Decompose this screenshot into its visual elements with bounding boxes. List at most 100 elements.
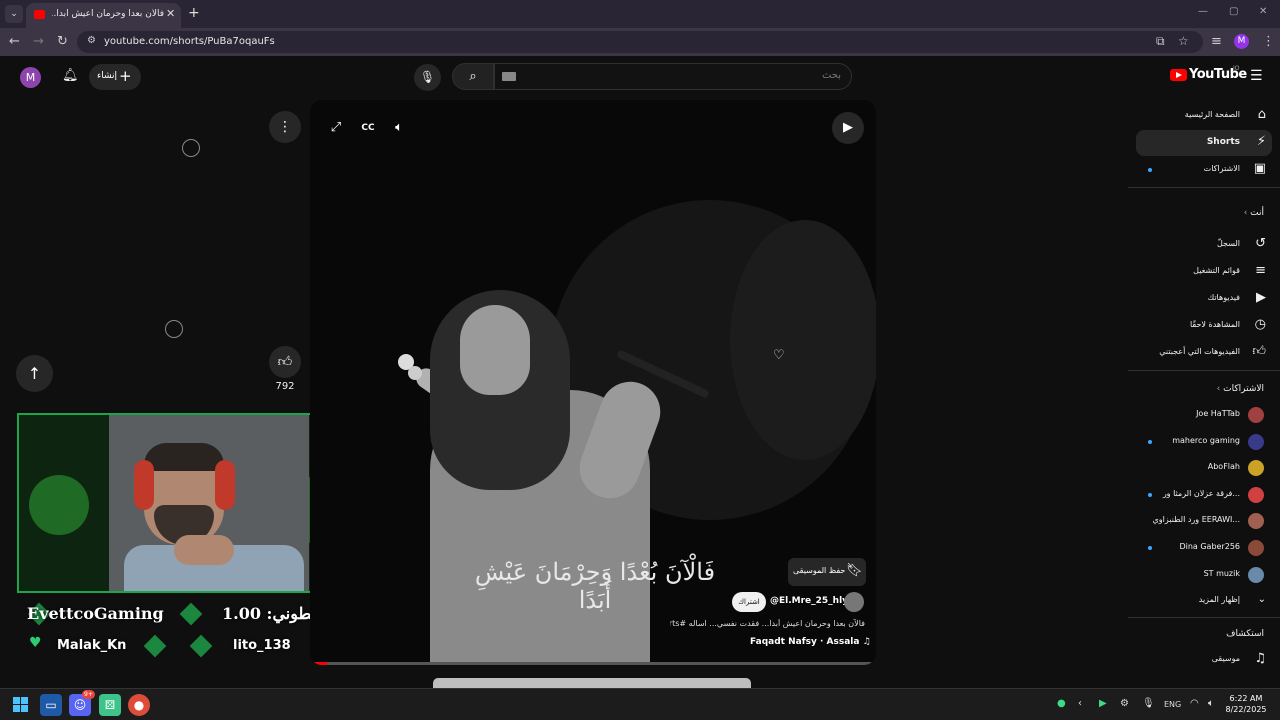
minimize-button[interactable]: —: [1198, 6, 1208, 17]
volume-icon[interactable]: 🔈︎: [386, 115, 412, 141]
next-short-preview[interactable]: [433, 678, 751, 688]
subscriptions-icon: ▣: [1253, 161, 1266, 176]
sidebar-item-home[interactable]: الصفحة الرئيسية ⌂: [1136, 103, 1272, 129]
steam-icon[interactable]: ⚙: [1120, 698, 1129, 709]
new-tab-button[interactable]: +: [188, 5, 200, 21]
like-button[interactable]: 👍︎: [269, 346, 301, 378]
loading-circle-icon: [182, 139, 200, 157]
microphone-tray-icon[interactable]: 🎙︎: [1142, 698, 1155, 709]
chrome-icon[interactable]: ●: [128, 694, 150, 716]
you-section-title[interactable]: ‹ أنت: [1244, 208, 1264, 218]
bookmark-star-icon[interactable]: ☆: [1178, 34, 1189, 48]
sidebar-item-shorts[interactable]: Shorts ⚡: [1136, 130, 1272, 156]
streamer-hair: [144, 443, 224, 471]
voice-search-icon[interactable]: 🎙︎: [414, 64, 441, 91]
subscription-item[interactable]: ST muzik: [1136, 562, 1272, 588]
video-description[interactable]: فالآن بعدا وحرمان اعيش أبداً... فقدت نفس…: [670, 619, 865, 628]
stage-light: [408, 366, 422, 380]
search-icon[interactable]: ⌕: [452, 63, 494, 90]
subscription-item[interactable]: maherco gaming: [1136, 429, 1272, 455]
subscription-label: ورد الطنبزاوي EERAWI...: [1152, 515, 1240, 525]
site-info-icon[interactable]: ⚙: [87, 35, 96, 46]
subscription-label: Joe HaTTab: [1196, 409, 1240, 418]
create-button[interactable]: إنشاء +: [89, 64, 141, 90]
play-icon[interactable]: ▶: [832, 112, 864, 144]
language-indicator[interactable]: ENG: [1164, 700, 1181, 709]
youtube-favicon-icon: [34, 10, 45, 19]
you-section-label: أنت: [1250, 208, 1264, 218]
browser-tab[interactable]: فالآن بعدا وحرمان اعيش أبداً... فقد ✕: [26, 3, 181, 28]
sidebar-item-playlists[interactable]: قوائم التشغيل ≡: [1136, 259, 1272, 285]
sidebar-item-watch-later[interactable]: المشاهدة لاحقًا ◷: [1136, 313, 1272, 339]
music-credit[interactable]: Faqadt Nafsy · Assala ♫: [750, 637, 871, 647]
discord-icon[interactable]: ☺ 9+: [69, 690, 95, 716]
address-bar[interactable]: ⚙ youtube.com/shorts/PuBa7oqauFs ⧉ ☆: [77, 31, 1203, 53]
subscribe-button[interactable]: اشتراك: [732, 592, 766, 612]
save-music-button[interactable]: حفظ الموسيقى 🔖︎: [788, 558, 866, 586]
file-explorer-icon[interactable]: ▭: [40, 694, 62, 716]
media-controls-icon[interactable]: ≡: [1211, 34, 1222, 49]
background-figure: [730, 220, 876, 460]
channel-avatar[interactable]: [844, 592, 864, 612]
green-glow: [29, 475, 89, 535]
subscription-item[interactable]: Dina Gaber256: [1136, 535, 1272, 561]
browser-menu-icon[interactable]: ⋮: [1262, 34, 1275, 49]
youtube-play-logo-icon: [1170, 69, 1187, 81]
account-avatar[interactable]: M: [20, 67, 41, 88]
install-app-icon[interactable]: ⧉: [1156, 34, 1165, 49]
close-window-button[interactable]: ✕: [1259, 6, 1267, 17]
back-icon[interactable]: ←: [9, 34, 20, 49]
channel-handle[interactable]: @El.Mre_25_hly: [770, 596, 848, 606]
youtube-logo[interactable]: YouTube JO: [1170, 65, 1247, 87]
subscription-item[interactable]: فرقة عزلان الرمثا ور...: [1136, 482, 1272, 508]
video-progress-fill: [310, 662, 327, 665]
subscriptions-section-title[interactable]: ‹ الاشتراكات: [1217, 384, 1264, 394]
subscription-label: maherco gaming: [1172, 435, 1240, 445]
channel-avatar: [1248, 407, 1264, 423]
headphone-icon: [134, 460, 154, 510]
wifi-icon[interactable]: ◠: [1190, 698, 1199, 709]
captions-icon[interactable]: CC: [355, 115, 381, 141]
sidebar-item-liked-videos[interactable]: الفيديوهات التي أعجبتني 👍︎: [1136, 340, 1272, 366]
shorts-video-player[interactable]: ⤢ CC 🔈︎ ▶ ♡ فَالْآنَ بُعْدًا وَحِرْمَانَ…: [310, 100, 876, 665]
show-more-button[interactable]: إظهار المزيد ⌄: [1136, 588, 1272, 614]
gaming-app-icon[interactable]: ⚄: [99, 694, 121, 716]
speaker-icon[interactable]: 🔈︎: [1208, 698, 1214, 709]
system-clock[interactable]: 6:22 AM 8/22/2025: [1224, 693, 1268, 715]
video-progress-bar[interactable]: [310, 662, 876, 665]
playlists-icon: ≡: [1255, 263, 1266, 278]
browser-profile-avatar[interactable]: M: [1234, 34, 1249, 49]
sidebar-item-music[interactable]: موسيقى ♫: [1136, 647, 1272, 673]
subscription-item[interactable]: ورد الطنبزاوي EERAWI...: [1136, 508, 1272, 534]
fullscreen-icon[interactable]: ⤢: [323, 115, 349, 141]
streamer-hand: [174, 535, 234, 565]
status-dot-icon[interactable]: ●: [1057, 698, 1066, 709]
forward-icon[interactable]: →: [33, 34, 44, 49]
keyboard-icon[interactable]: [502, 72, 516, 81]
tab-close-icon[interactable]: ✕: [166, 7, 175, 20]
windows-start-icon[interactable]: [13, 697, 29, 713]
subscription-label: AboFlah: [1207, 462, 1240, 472]
search-input[interactable]: بحث: [494, 63, 852, 90]
tray-arrow-icon[interactable]: ‹: [1078, 698, 1082, 709]
media-play-icon[interactable]: ▶: [1099, 698, 1107, 709]
subscriptions-section-label: الاشتراكات: [1223, 384, 1264, 394]
browser-tab-strip: ⌄ فالآن بعدا وحرمان اعيش أبداً... فقد ✕ …: [0, 0, 1280, 28]
sidebar-item-your-videos[interactable]: فيديوهاتك ▶: [1136, 286, 1272, 312]
more-options-icon[interactable]: ⋮: [269, 111, 301, 143]
reload-icon[interactable]: ↻: [57, 34, 68, 49]
sidebar-item-label: قوائم التشغيل: [1193, 266, 1240, 275]
maximize-button[interactable]: ▢: [1229, 6, 1238, 17]
history-icon: ↺: [1255, 236, 1266, 251]
subscription-item[interactable]: Joe HaTTab: [1136, 402, 1272, 428]
previous-short-button[interactable]: ↑: [16, 355, 53, 392]
subscription-item[interactable]: AboFlah: [1136, 455, 1272, 481]
new-content-dot: [1148, 168, 1152, 172]
tab-search-icon[interactable]: ⌄: [5, 5, 23, 23]
notifications-bell-icon[interactable]: 🔔︎: [62, 68, 79, 83]
like-count: 792: [275, 381, 295, 392]
guide-menu-icon[interactable]: ☰: [1250, 68, 1263, 84]
sidebar-item-subscriptions[interactable]: الاشتراكات ▣: [1136, 157, 1272, 183]
sidebar-item-history[interactable]: السجلّ ↺: [1136, 232, 1272, 258]
subscription-label: Dina Gaber256: [1179, 542, 1240, 551]
